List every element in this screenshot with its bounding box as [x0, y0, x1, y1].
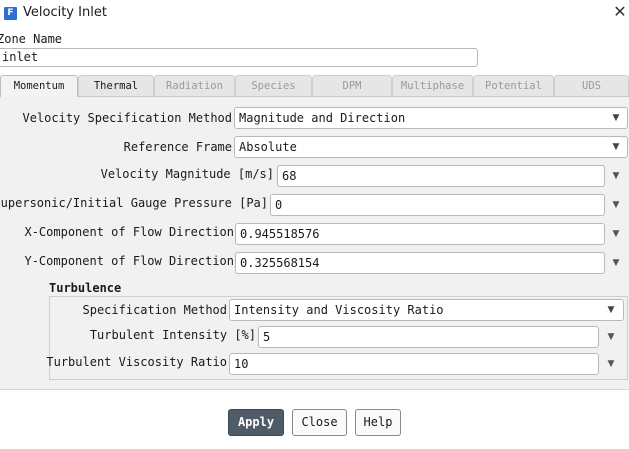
reference-frame-dropdown[interactable]: Absolute	[234, 136, 628, 158]
zone-name-field[interactable]: inlet	[0, 48, 478, 67]
tab-thermal[interactable]: Thermal	[78, 75, 154, 96]
velocity-spec-method-dropdown[interactable]: Magnitude and Direction	[234, 107, 628, 129]
close-button[interactable]: Close	[292, 409, 347, 436]
window-title: Velocity Inlet	[23, 5, 107, 20]
x-component-field[interactable]: 0.945518576	[235, 223, 605, 245]
chevron-down-icon[interactable]: ▼	[611, 171, 621, 181]
apply-button[interactable]: Apply	[228, 409, 284, 436]
tab-momentum[interactable]: Momentum	[0, 75, 78, 97]
turbulent-intensity-field[interactable]: 5	[258, 326, 599, 348]
gauge-pressure-field[interactable]: 0	[270, 194, 605, 216]
chevron-down-icon: ▼	[612, 142, 620, 152]
velocity-magnitude-field[interactable]: 68	[277, 165, 605, 187]
tab-bar: Momentum Thermal Radiation Species DPM M…	[0, 75, 629, 97]
help-button[interactable]: Help	[355, 409, 401, 436]
velocity-magnitude-label: Velocity Magnitude [m/s]	[100, 167, 274, 181]
turbulent-viscosity-ratio-field[interactable]: 10	[229, 353, 599, 375]
chevron-down-icon[interactable]: ▼	[606, 332, 616, 342]
tab-uds[interactable]: UDS	[554, 75, 629, 96]
gauge-pressure-label: Supersonic/Initial Gauge Pressure [Pa]	[0, 196, 268, 210]
chevron-down-icon: ▼	[607, 305, 615, 315]
velocity-spec-method-label: Velocity Specification Method	[22, 111, 232, 125]
chevron-down-icon[interactable]: ▼	[611, 229, 621, 239]
zone-name-label: Zone Name	[0, 32, 63, 46]
chevron-down-icon[interactable]: ▼	[611, 258, 621, 268]
y-component-field[interactable]: 0.325568154	[235, 252, 605, 274]
chevron-down-icon: ▼	[612, 113, 620, 123]
x-component-label: X-Component of Flow Direction	[24, 225, 234, 239]
turbulent-viscosity-ratio-label: Turbulent Viscosity Ratio	[46, 355, 227, 369]
turbulent-intensity-label: Turbulent Intensity [%]	[89, 328, 256, 342]
turbulence-spec-method-label: Specification Method	[82, 303, 228, 317]
app-icon: F	[4, 7, 17, 20]
tab-species[interactable]: Species	[235, 75, 312, 96]
chevron-down-icon[interactable]: ▼	[606, 359, 616, 369]
turbulence-heading: Turbulence	[49, 281, 122, 295]
turbulence-spec-method-dropdown[interactable]: Intensity and Viscosity Ratio	[229, 299, 624, 321]
reference-frame-label: Reference Frame	[123, 140, 232, 154]
tab-multiphase[interactable]: Multiphase	[392, 75, 473, 96]
close-icon[interactable]: ✕	[612, 3, 628, 21]
y-component-label: Y-Component of Flow Direction	[24, 254, 234, 268]
tab-potential[interactable]: Potential	[473, 75, 554, 96]
tab-dpm[interactable]: DPM	[312, 75, 392, 96]
chevron-down-icon[interactable]: ▼	[611, 200, 621, 210]
tab-radiation[interactable]: Radiation	[154, 75, 235, 96]
